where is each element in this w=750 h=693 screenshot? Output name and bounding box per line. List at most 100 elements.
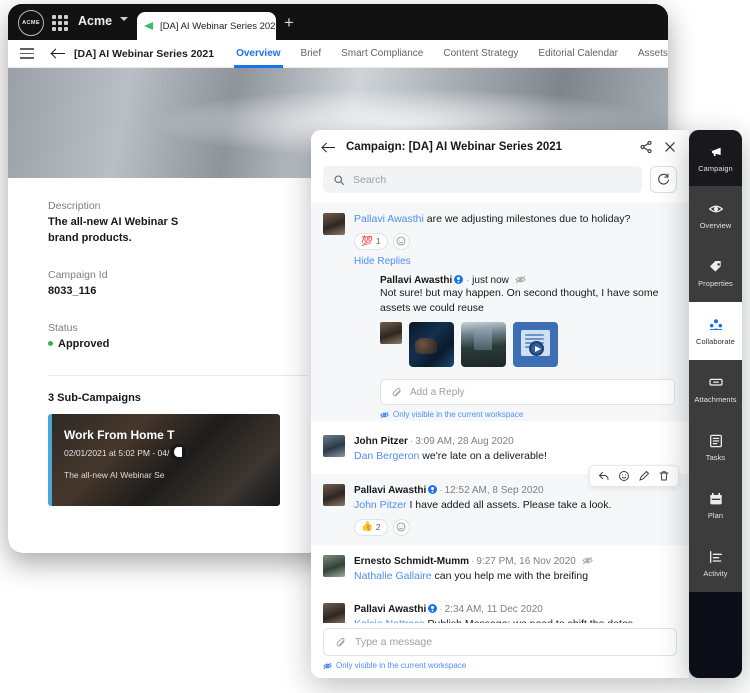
avatar — [323, 213, 345, 235]
rail-label: Tasks — [706, 453, 725, 462]
rail-item-campaign[interactable]: Campaign — [689, 130, 742, 186]
comment-meta: Ernesto Schmidt-Mumm·9:27 PM, 16 Nov 202… — [354, 554, 675, 569]
list-icon — [708, 433, 724, 449]
eye-off-icon — [380, 411, 389, 419]
comment-thread-list[interactable]: Pallavi Awasthi are we adjusting milesto… — [311, 203, 689, 623]
new-tab-button[interactable]: + — [284, 17, 294, 29]
search-box[interactable] — [323, 166, 642, 193]
rail-label: Collaborate — [696, 337, 735, 346]
rail-item-overview[interactable]: Overview — [689, 186, 742, 244]
app-header: [DA] AI Webinar Series 2021 Overview Bri… — [8, 40, 668, 68]
search-row — [311, 164, 689, 203]
attachment-clip-icon[interactable] — [391, 387, 402, 398]
back-arrow-icon[interactable] — [52, 47, 66, 61]
rail-item-plan[interactable]: Plan — [689, 476, 742, 534]
message-input-box[interactable] — [323, 628, 677, 656]
workspace-label[interactable]: Acme — [78, 14, 112, 28]
comment-hover-toolbar[interactable] — [589, 465, 679, 487]
comment-body: Pallavi Awasthi·12:52 AM, 8 Sep 2020 Joh… — [354, 483, 675, 536]
comment-time: 2:34 AM, 11 Dec 2020 — [445, 604, 543, 615]
browser-tab-title: [DA] AI Webinar Series 202 — [160, 21, 275, 32]
emoji-icon — [618, 470, 630, 482]
add-reaction-button[interactable] — [393, 519, 410, 536]
comment-time: 12:52 AM, 8 Sep 2020 — [445, 485, 544, 496]
search-input[interactable] — [353, 174, 632, 186]
reply-icon — [598, 470, 610, 482]
attachment-thumbnail-tech-hand[interactable] — [409, 322, 454, 367]
search-icon — [333, 174, 345, 186]
sub-campaign-progress-icon — [170, 444, 186, 460]
close-icon[interactable] — [663, 140, 677, 154]
chevron-down-icon[interactable] — [120, 17, 128, 21]
comment-item[interactable]: Pallavi Awasthi·2:34 AM, 11 Dec 2020 Kel… — [311, 593, 689, 623]
tab-overview[interactable]: Overview — [236, 40, 280, 68]
megaphone-icon — [708, 144, 724, 160]
share-icon[interactable] — [639, 140, 653, 154]
attachment-thumbnail-building[interactable] — [461, 322, 506, 367]
status-label: Status — [48, 322, 308, 334]
reply-input-box[interactable] — [380, 379, 675, 405]
comment-body: John Pitzer·3:09 AM, 28 Aug 2020 Dan Ber… — [354, 434, 675, 465]
rail-item-tasks[interactable]: Tasks — [689, 418, 742, 476]
browser-tab[interactable]: [DA] AI Webinar Series 202 — [137, 12, 276, 40]
reaction-chip[interactable]: 💯 1 — [354, 233, 388, 250]
panel-footer: Only visible in the current workspace — [311, 623, 689, 678]
hide-replies-link[interactable]: Hide Replies — [354, 256, 675, 267]
collaborate-panel: Campaign: [DA] AI Webinar Series 2021 — [311, 130, 689, 678]
edit-icon — [638, 470, 650, 482]
reply-block: Pallavi Awasthi · just now Not sure! but… — [354, 275, 675, 419]
comment-body: Pallavi Awasthi·2:34 AM, 11 Dec 2020 Kel… — [354, 602, 675, 623]
inbox-icon — [708, 375, 724, 391]
comment-item[interactable]: Pallavi Awasthi·12:52 AM, 8 Sep 2020 Joh… — [311, 474, 689, 545]
sub-campaign-card[interactable]: Work From Home T 02/01/2021 at 5:02 PM -… — [48, 414, 280, 506]
comment-text: John Pitzer I have added all assets. Ple… — [354, 498, 675, 514]
status-dot-icon — [48, 341, 53, 346]
eye-off-icon — [582, 556, 593, 565]
comment-mention[interactable]: John Pitzer — [354, 499, 407, 511]
reaction-emoji: 👍 — [361, 522, 373, 532]
tab-assets[interactable]: Assets — [638, 40, 668, 68]
comment-mention[interactable]: Nathalie Gallaire — [354, 570, 432, 582]
comment-mention[interactable]: Dan Bergeron — [354, 450, 419, 462]
attachment-clip-icon[interactable] — [335, 637, 346, 648]
menu-icon[interactable] — [20, 48, 34, 58]
add-reaction-button[interactable] — [393, 233, 410, 250]
attachment-thumbnail-document-video[interactable] — [513, 322, 558, 367]
screenshot-root: ACME Acme [DA] AI Webinar Series 202 + [… — [0, 0, 750, 693]
avatar — [323, 484, 345, 506]
message-input[interactable] — [355, 636, 665, 648]
reaction-chip[interactable]: 👍 2 — [354, 519, 388, 536]
tab-smart-compliance[interactable]: Smart Compliance — [341, 40, 423, 68]
campaign-id-value: 8033_116 — [48, 284, 308, 300]
rail-item-attachments[interactable]: Attachments — [689, 360, 742, 418]
app-grid-icon[interactable] — [52, 15, 68, 31]
emoji-icon — [396, 522, 406, 532]
panel-back-icon[interactable] — [323, 141, 336, 154]
tab-editorial-calendar[interactable]: Editorial Calendar — [538, 40, 618, 68]
rail-item-activity[interactable]: Activity — [689, 534, 742, 592]
reply-input[interactable] — [410, 387, 664, 398]
avatar — [323, 603, 345, 623]
comment-author: John Pitzer — [354, 436, 408, 447]
comment-text: Pallavi Awasthi are we adjusting milesto… — [354, 212, 675, 228]
breadcrumb: [DA] AI Webinar Series 2021 — [74, 48, 214, 60]
tab-content-strategy[interactable]: Content Strategy — [443, 40, 518, 68]
comment-author-mention[interactable]: Pallavi Awasthi — [354, 213, 424, 225]
refresh-button[interactable] — [650, 166, 677, 193]
right-rail: Campaign Overview Properties Collaborate — [689, 130, 742, 678]
eye-off-icon — [323, 662, 332, 670]
tab-favicon-icon — [143, 20, 155, 32]
comment-item[interactable]: Ernesto Schmidt-Mumm·9:27 PM, 16 Nov 202… — [311, 545, 689, 594]
comment-root[interactable]: Pallavi Awasthi are we adjusting milesto… — [311, 203, 689, 421]
description-value: The all-new AI Webinar S brand products. — [48, 215, 308, 247]
tab-brief[interactable]: Brief — [301, 40, 322, 68]
reply-avatar — [380, 322, 402, 344]
rail-item-properties[interactable]: Properties — [689, 244, 742, 302]
verified-badge-icon — [454, 275, 463, 284]
verified-badge-icon — [428, 485, 437, 494]
status-value: Approved — [58, 338, 109, 350]
panel-header: Campaign: [DA] AI Webinar Series 2021 — [311, 130, 689, 164]
delete-icon — [658, 470, 670, 482]
rail-item-collaborate[interactable]: Collaborate — [689, 302, 742, 360]
status-badge: Approved — [48, 337, 308, 353]
